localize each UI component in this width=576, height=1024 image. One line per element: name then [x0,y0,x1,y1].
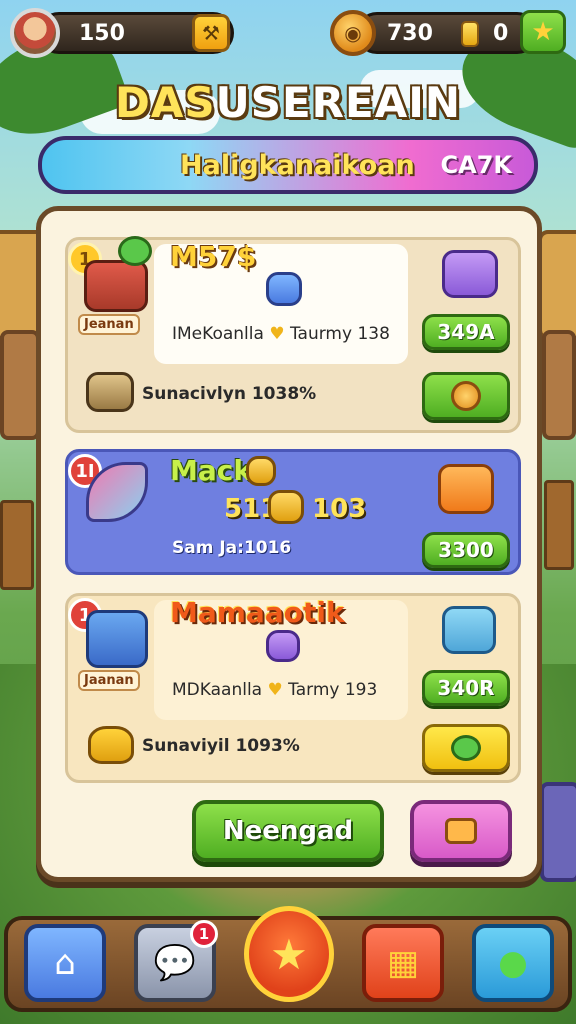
item-card: 1I Mack 511 103 Sam Ja:1016 3300 [65,449,521,575]
hat-icon [88,726,134,764]
card-title: M57$ [170,240,257,273]
item-label: Jeanan [78,314,140,335]
item-card: 1 Jaanan Mamaaotik MDKaanlla ♥ Tarmy 193… [65,593,521,783]
top-resource-bar: 150 ⚒ ◉ 730 0 ★ [8,8,568,58]
nav-star-button[interactable]: ★ [244,906,334,1002]
home-icon: ⌂ [54,943,76,983]
wrench-icon[interactable]: ⚒ [192,14,230,52]
nav-message-button[interactable]: ● [472,924,554,1002]
title-part-2: USEREAIN [215,78,461,127]
item-card: 1 Jeanan M57$ IMeKoanlla ♥ Taurmy 138 34… [65,236,521,433]
fence [544,480,574,570]
notification-count: 1 [198,925,210,943]
banner-tag: CA7K [440,151,512,179]
gift-icon [445,818,477,844]
card-subtext: Sunaviyil 1093% [142,736,300,756]
price-label: 3300 [438,538,494,562]
nav-home-button[interactable]: ⌂ [24,924,106,1002]
price-label: 340R [437,676,495,700]
purple-crate-icon [442,250,498,298]
primary-action-button[interactable]: Neengad [192,800,384,862]
price-label: 349A [437,320,495,344]
resource-pill-right: 730 0 [356,12,538,54]
resource-right-value-a: 730 [387,20,433,46]
cyan-crate-icon [442,606,496,654]
frog-action-button[interactable] [422,724,510,772]
card-description: MDKaanlla ♥ Tarmy 193 [172,680,377,700]
star-icon[interactable]: ★ [520,10,566,54]
magnifier-icon [86,610,148,668]
header-banner[interactable]: Haligkanaikoan CA7K [38,136,538,194]
gold-cube-icon [246,456,276,486]
resource-left-value: 150 [79,20,125,46]
nav-shop-button[interactable]: ▦ [362,924,444,1002]
chest-icon [84,260,148,312]
desc-part-b: Tarmy 193 [288,680,378,700]
item-label: Jaanan [78,670,140,691]
gold-crate-icon [268,490,304,524]
hut [542,330,576,440]
puzzle-piece-icon [266,630,300,662]
star-icon: ★ [270,929,308,979]
card-description: IMeKoanlla ♥ Taurmy 138 [172,324,390,344]
card-title: Mamaaotik [170,596,345,629]
desc-part-a: IMeKoanlla [172,324,264,344]
puzzle-piece-icon [266,272,302,306]
price-button[interactable]: 340R [422,670,510,706]
coin-icon [451,381,481,411]
card-value-b: 103 [312,494,367,524]
desc-part-a: MDKaanlla [172,680,263,700]
shop-icon: ▦ [386,943,420,983]
page-title: DASUSEREAIN [0,78,576,127]
frog-icon [451,735,481,761]
gear-icon [118,236,152,266]
price-button[interactable]: 3300 [422,532,510,568]
hut [0,330,40,440]
heart-icon: ♥ [267,680,283,700]
rank-badge-text: 1I [75,460,95,482]
stone-cube [540,782,576,882]
coin-icon: ◉ [330,10,376,56]
chat-icon: 💬 [153,943,197,983]
orange-crate-icon [438,464,494,514]
coin-action-button[interactable] [422,372,510,420]
card-title: Mack [170,454,252,487]
notification-badge: 1 [190,920,218,948]
gift-button[interactable] [410,800,512,862]
message-icon: ● [498,943,528,983]
heart-icon: ♥ [269,324,285,344]
card-subtext: Sunacivlyn 1038% [142,384,317,404]
resource-right-value-b: 0 [493,20,509,46]
primary-action-label: Neengad [222,816,354,846]
player-avatar[interactable] [10,8,60,58]
gem-icon [461,21,479,47]
card-description: Sam Ja:1016 [172,538,292,558]
title-part-1: DAS [115,78,216,127]
hut-roof [538,230,576,340]
price-button[interactable]: 349A [422,314,510,350]
fence [0,500,34,590]
toolbox-icon [86,372,134,412]
desc-part-b: Taurmy 138 [289,324,390,344]
banner-text: Haligkanaikoan [180,149,415,181]
quest-panel: 1 Jeanan M57$ IMeKoanlla ♥ Taurmy 138 34… [36,206,542,882]
